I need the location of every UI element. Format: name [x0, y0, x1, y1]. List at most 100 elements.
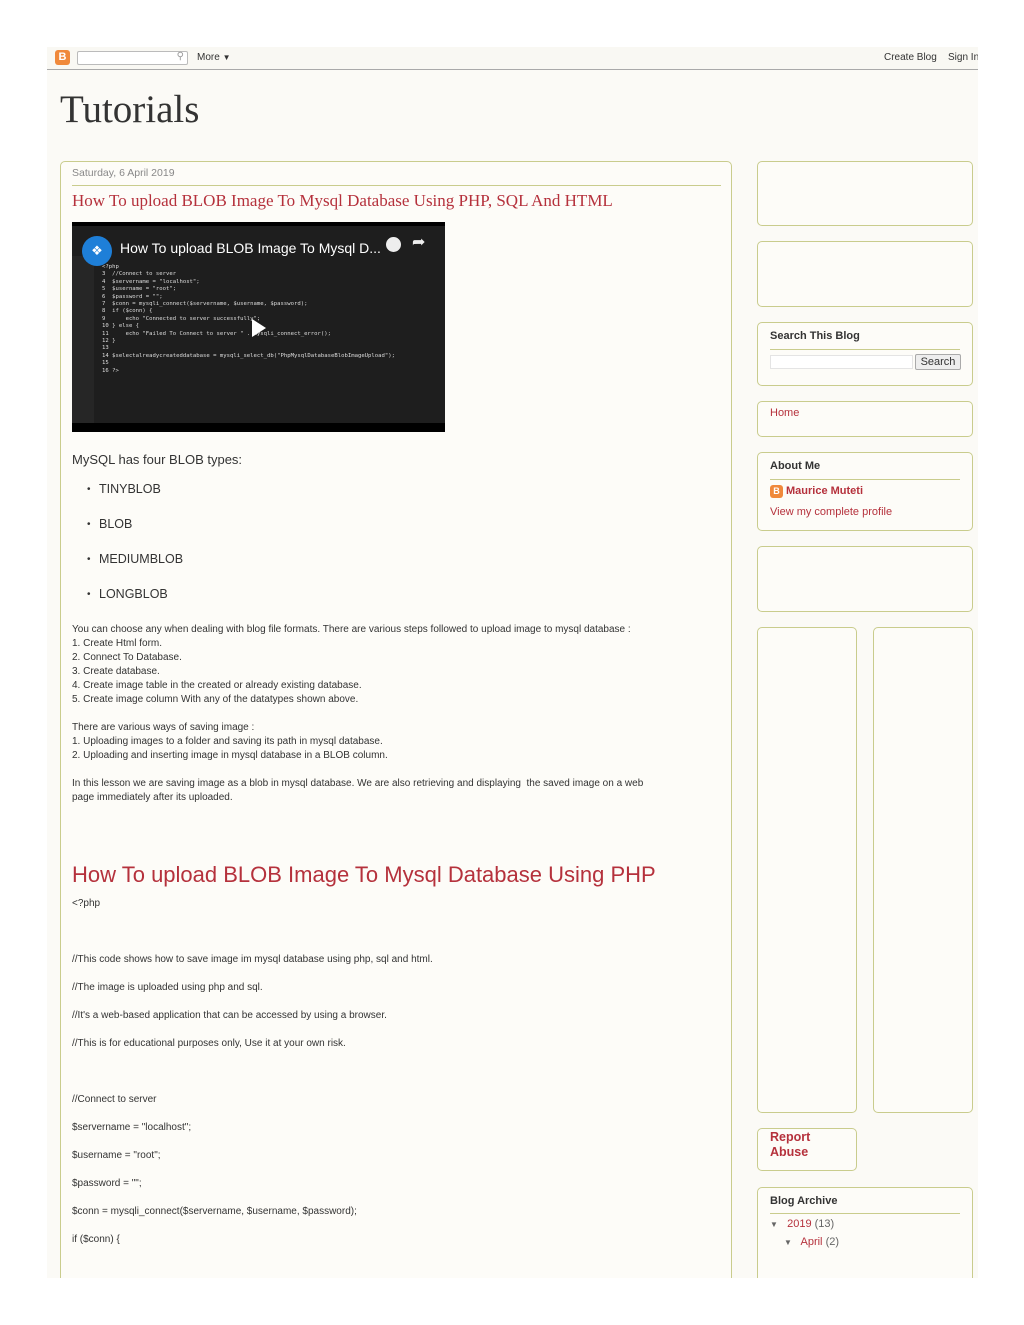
- author-name-link[interactable]: Maurice Muteti: [786, 485, 863, 497]
- collapse-toggle-icon[interactable]: ▼: [770, 1220, 778, 1229]
- video-embed[interactable]: <?php 3 //Connect to server 4 $servername …: [72, 222, 445, 432]
- editor-sidebar: [72, 256, 94, 423]
- video-code-line: 15: [102, 360, 109, 367]
- video-code-line: 14 $selectalreadycreateddatabase = mysql…: [102, 352, 395, 359]
- navbar-search-input[interactable]: ⚲: [77, 51, 188, 65]
- paragraph-line: 2. Uploading and inserting image in mysq…: [72, 750, 388, 761]
- blogger-logo-icon[interactable]: B: [55, 50, 70, 65]
- divider: [770, 349, 960, 350]
- paragraph-line: 5. Create image column With any of the d…: [72, 694, 359, 705]
- video-code-line: 11 echo "Failed To Connect to server " .…: [102, 330, 332, 337]
- video-code-line: 4 $servername = "localhost";: [102, 278, 200, 285]
- code-line: //Connect to server: [72, 1094, 157, 1105]
- channel-avatar-icon[interactable]: ❖: [82, 236, 112, 266]
- video-code-line: <?php: [102, 264, 119, 270]
- divider: [770, 479, 960, 480]
- bullet-icon: •: [87, 519, 91, 530]
- video-title[interactable]: How To upload BLOB Image To Mysql D...: [120, 240, 381, 256]
- steps-paragraph: You can choose any when dealing with blo…: [72, 623, 631, 707]
- paragraph-line: 1. Create Html form.: [72, 638, 163, 649]
- video-code-line: 3 //Connect to server: [102, 271, 177, 278]
- report-abuse-link[interactable]: Report Abuse: [770, 1130, 830, 1160]
- video-code-preview: <?php 3 //Connect to server 4 $servername …: [102, 264, 395, 375]
- code-line: $password = "";: [72, 1178, 142, 1189]
- archive-year-count: (13): [814, 1218, 835, 1230]
- code-line: //This code shows how to save image im m…: [72, 954, 433, 965]
- home-link[interactable]: Home: [770, 407, 799, 419]
- blogger-profile-icon: B: [770, 485, 783, 498]
- paragraph-line: In this lesson we are saving image as a …: [72, 778, 644, 789]
- bullet-icon: •: [87, 589, 91, 600]
- bullet-icon: •: [87, 484, 91, 495]
- search-widget-title: Search This Blog: [770, 330, 860, 342]
- archive-month: ▼ April (2): [784, 1236, 839, 1248]
- code-line: $servername = "localhost";: [72, 1122, 192, 1133]
- empty-widget: [757, 546, 973, 612]
- watch-later-icon[interactable]: [386, 237, 401, 252]
- code-line: $username = "root";: [72, 1150, 161, 1161]
- archive-title: Blog Archive: [770, 1195, 838, 1207]
- post-date: Saturday, 6 April 2019: [72, 167, 175, 179]
- blob-intro: MySQL has four BLOB types:: [72, 452, 243, 467]
- report-abuse-widget: Report Abuse: [757, 1128, 857, 1171]
- about-me-widget: About Me B Maurice Muteti View my comple…: [757, 452, 973, 531]
- archive-month-link[interactable]: April: [800, 1236, 822, 1248]
- blob-type-item: LONGBLOB: [99, 587, 168, 601]
- video-code-line: 5 $username = "root";: [102, 286, 177, 293]
- archive-year: ▼ 2019 (13): [770, 1218, 834, 1230]
- code-line: <?php: [72, 898, 101, 909]
- more-menu[interactable]: More ▼: [197, 52, 231, 63]
- empty-widget: [757, 241, 973, 307]
- blob-type-item: BLOB: [99, 517, 133, 531]
- collapse-toggle-icon[interactable]: ▼: [784, 1238, 792, 1247]
- divider: [770, 1213, 960, 1214]
- blob-type-item: MEDIUMBLOB: [99, 552, 184, 566]
- code-line: //It's a web-based application that can …: [72, 1010, 387, 1021]
- video-code-line: 10 } else {: [102, 323, 140, 330]
- section-heading: How To upload BLOB Image To Mysql Databa…: [72, 862, 656, 887]
- create-blog-link[interactable]: Create Blog: [884, 52, 937, 63]
- blog-page: B ⚲ More ▼ Create Blog Sign In Tutorials…: [47, 47, 978, 1278]
- archive-year-link[interactable]: 2019: [787, 1218, 811, 1230]
- navbar: B ⚲ More ▼ Create Blog Sign In: [47, 47, 978, 70]
- blog-post: Saturday, 6 April 2019 How To upload BLO…: [60, 161, 732, 1278]
- about-title: About Me: [770, 460, 821, 472]
- search-widget: Search This Blog Search: [757, 322, 973, 386]
- video-code-line: 6 $password = "";: [102, 293, 163, 300]
- blog-search-input[interactable]: [770, 355, 913, 369]
- empty-widget: [757, 627, 857, 1113]
- video-code-line: 13: [102, 345, 109, 352]
- more-label: More: [197, 52, 220, 63]
- video-code-line: 16 ?>: [102, 367, 119, 374]
- profile-link[interactable]: View my complete profile: [770, 506, 892, 518]
- paragraph-line: 3. Create database.: [72, 666, 160, 677]
- play-icon[interactable]: [252, 319, 266, 337]
- video-code-line: 9 echo "Connected to server successfully…: [102, 315, 261, 322]
- empty-widget: [873, 627, 973, 1113]
- blog-title[interactable]: Tutorials: [60, 87, 199, 132]
- paragraph-line: 4. Create image table in the created or …: [72, 680, 362, 691]
- paragraph-line: page immediately after its uploaded.: [72, 792, 233, 803]
- paragraph-line: There are various ways of saving image :: [72, 722, 255, 733]
- video-code-line: 7 $conn = mysqli_connect($servername, $u…: [102, 301, 308, 308]
- bullet-icon: •: [87, 554, 91, 565]
- search-button[interactable]: Search: [915, 354, 961, 370]
- code-line: //The image is uploaded using php and sq…: [72, 982, 263, 993]
- pages-widget: Home: [757, 401, 973, 437]
- caret-down-icon: ▼: [222, 53, 231, 62]
- share-icon[interactable]: ➦: [412, 232, 425, 252]
- paragraph-line: 1. Uploading images to a folder and savi…: [72, 736, 383, 747]
- blob-type-item: TINYBLOB: [99, 482, 161, 496]
- video-code-line: 8 if ($conn) {: [102, 308, 153, 315]
- empty-widget: [757, 161, 973, 226]
- archive-month-count: (2): [825, 1236, 840, 1248]
- blog-archive-widget: Blog Archive ▼ 2019 (13) ▼ April (2): [757, 1187, 973, 1278]
- search-icon[interactable]: ⚲: [177, 51, 184, 62]
- sign-in-link[interactable]: Sign In: [948, 52, 978, 63]
- paragraph-line: You can choose any when dealing with blo…: [72, 624, 631, 635]
- divider: [72, 185, 721, 186]
- post-title[interactable]: How To upload BLOB Image To Mysql Databa…: [72, 191, 613, 211]
- code-line: $conn = mysqli_connect($servername, $use…: [72, 1206, 357, 1217]
- code-line: if ($conn) {: [72, 1234, 120, 1245]
- code-line: //This is for educational purposes only,…: [72, 1038, 346, 1049]
